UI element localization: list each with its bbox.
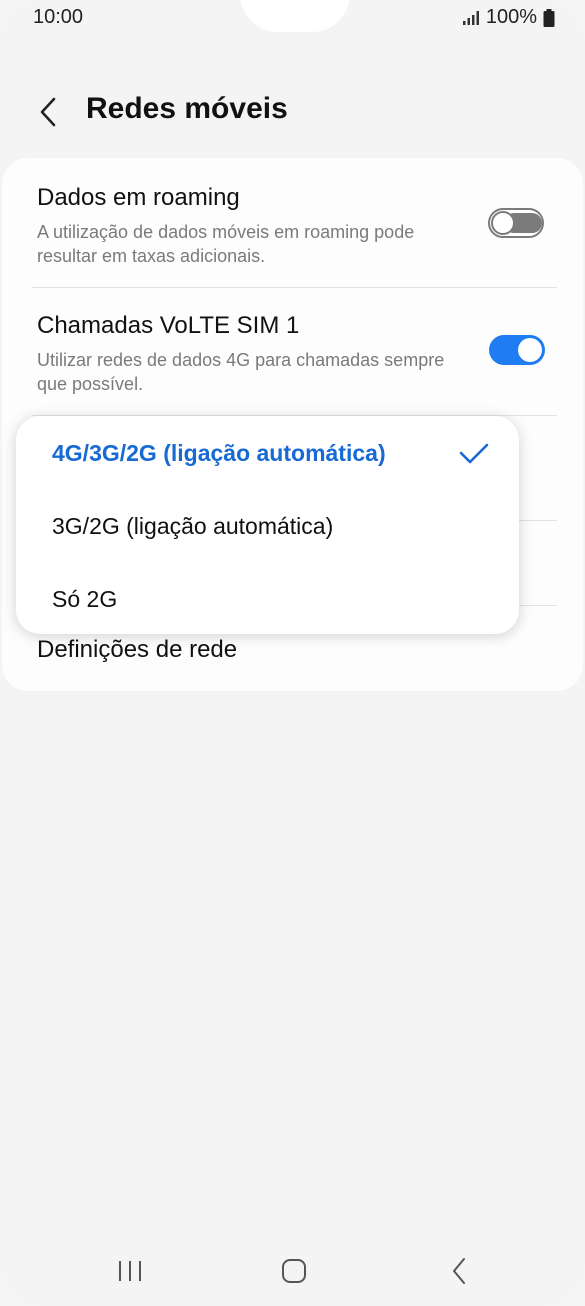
network-mode-menu: 4G/3G/2G (ligação automática) 3G/2G (lig… bbox=[16, 416, 519, 634]
toggle-knob bbox=[518, 338, 542, 362]
roaming-toggle[interactable] bbox=[488, 208, 544, 238]
phone-screen: 10:00 100% Redes móveis Dados em roaming… bbox=[0, 0, 585, 1306]
app-header: Redes móveis bbox=[0, 84, 585, 140]
divider bbox=[32, 287, 557, 288]
home-icon bbox=[282, 1259, 306, 1283]
network-mode-option-4g[interactable]: 4G/3G/2G (ligação automática) bbox=[52, 440, 386, 467]
check-icon bbox=[459, 443, 489, 464]
setting-desc-roaming: A utilização de dados móveis em roaming … bbox=[37, 222, 415, 266]
page-title: Redes móveis bbox=[86, 92, 288, 125]
network-mode-option-3g[interactable]: 3G/2G (ligação automática) bbox=[52, 513, 333, 540]
navigation-bar bbox=[0, 1240, 585, 1300]
setting-title-volte: Chamadas VoLTE SIM 1 bbox=[37, 312, 300, 339]
status-time: 10:00 bbox=[33, 6, 84, 28]
setting-title-roaming: Dados em roaming bbox=[37, 184, 240, 211]
camera-notch bbox=[240, 0, 350, 32]
network-mode-option-2g[interactable]: Só 2G bbox=[52, 586, 117, 613]
nav-back-button[interactable] bbox=[437, 1254, 481, 1288]
back-button[interactable] bbox=[28, 92, 68, 132]
recent-apps-icon bbox=[119, 1261, 141, 1281]
recent-apps-button[interactable] bbox=[108, 1254, 152, 1288]
setting-row-network-settings[interactable]: Definições de rede bbox=[37, 636, 557, 664]
setting-row-roaming[interactable]: Dados em roaming A utilização de dados m… bbox=[37, 184, 557, 268]
status-icons: 100% bbox=[462, 6, 555, 29]
setting-row-volte[interactable]: Chamadas VoLTE SIM 1 Utilizar redes de d… bbox=[37, 312, 557, 396]
setting-desc-volte: Utilizar redes de dados 4G para chamadas… bbox=[37, 350, 445, 394]
volte-toggle[interactable] bbox=[489, 335, 545, 365]
battery-percentage: 100% bbox=[485, 6, 537, 28]
back-icon bbox=[453, 1258, 465, 1284]
home-button[interactable] bbox=[272, 1254, 316, 1288]
chevron-left-icon bbox=[40, 97, 56, 127]
signal-icon bbox=[462, 10, 479, 25]
battery-icon bbox=[543, 8, 555, 27]
setting-title-network-settings: Definições de rede bbox=[37, 636, 238, 663]
toggle-knob bbox=[491, 211, 515, 235]
status-bar: 10:00 100% bbox=[0, 0, 585, 40]
